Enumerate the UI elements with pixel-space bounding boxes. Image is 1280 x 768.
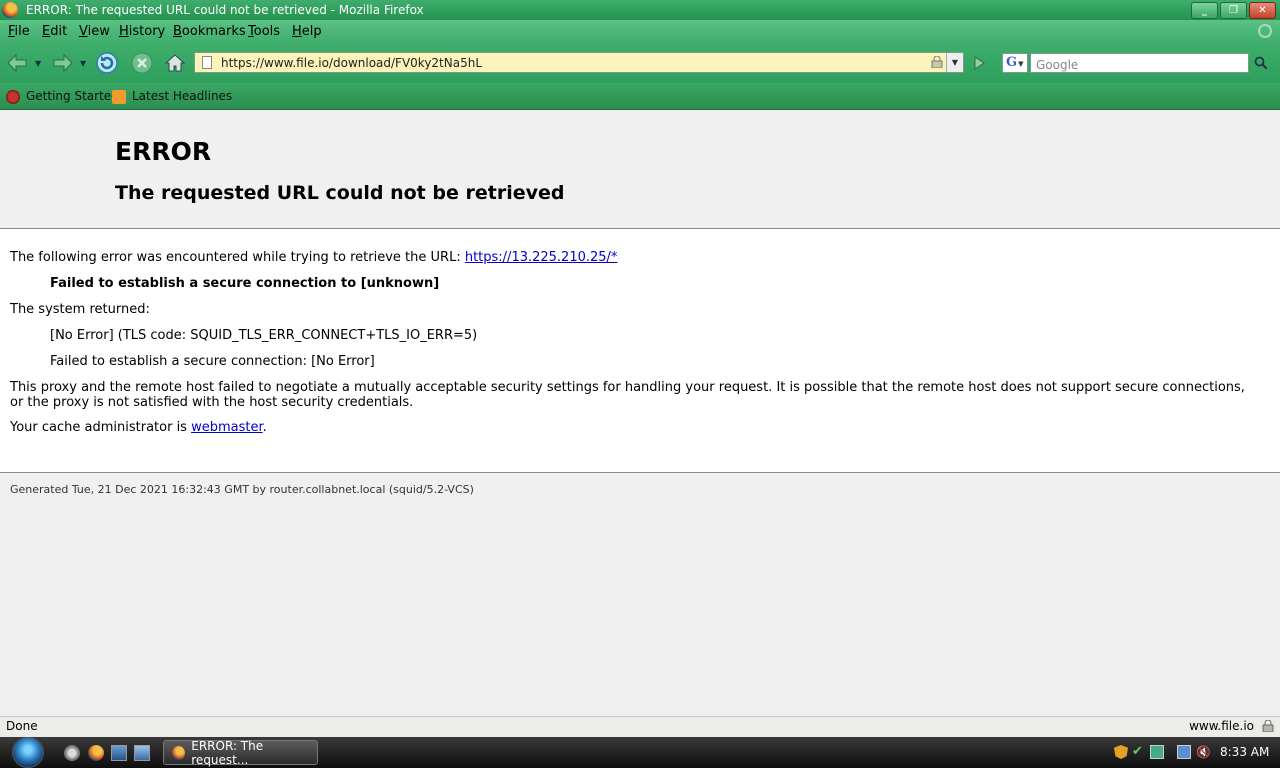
menu-bar: File Edit View History Bookmarks Tools H…	[0, 20, 1280, 43]
url-history-dropdown-icon[interactable]: ▼	[946, 53, 963, 72]
forward-arrow-icon	[53, 53, 73, 73]
google-logo-icon: G	[1006, 55, 1018, 70]
status-bar: Done www.file.io	[0, 716, 1280, 737]
site-identity-icon[interactable]	[931, 56, 943, 68]
error-footer: Generated Tue, 21 Dec 2021 16:32:43 GMT …	[0, 472, 1280, 716]
window-controls: _ ❐ ✕	[1191, 2, 1276, 19]
error-header: ERROR The requested URL could not be ret…	[0, 110, 1280, 229]
error-explanation: This proxy and the remote host failed to…	[10, 380, 1245, 410]
page-content: ERROR The requested URL could not be ret…	[0, 110, 1280, 716]
home-button[interactable]	[163, 51, 187, 75]
url-input[interactable]	[221, 54, 921, 71]
error-url-link[interactable]: https://13.225.210.25/*	[465, 250, 618, 265]
back-arrow-icon	[7, 53, 27, 73]
back-button[interactable]	[6, 51, 30, 75]
bookmark-getting-started[interactable]: Getting Started	[6, 83, 119, 110]
security-lock-icon[interactable]	[1262, 720, 1274, 732]
back-history-dropdown-icon[interactable]: ▼	[35, 59, 43, 68]
failure-detail: Failed to establish a secure connection:…	[50, 354, 375, 369]
reload-icon	[96, 52, 118, 74]
checkmark-icon[interactable]: ✔	[1132, 745, 1146, 759]
taskbar-firefox-window[interactable]: ERROR: The request...	[163, 738, 318, 767]
security-shield-icon[interactable]	[1114, 745, 1128, 759]
bookmark-label: Latest Headlines	[132, 89, 233, 103]
page-title: ERROR	[115, 137, 212, 166]
menu-view[interactable]: View	[79, 20, 110, 43]
menu-bookmarks[interactable]: Bookmarks	[173, 20, 246, 43]
network-status-icon[interactable]	[1150, 745, 1164, 759]
forward-history-dropdown-icon[interactable]: ▼	[80, 59, 88, 68]
search-engine-selector[interactable]: G▼	[1002, 53, 1028, 73]
webmaster-link[interactable]: webmaster	[191, 420, 263, 435]
stop-icon	[131, 52, 153, 74]
home-icon	[164, 54, 186, 72]
page-subtitle: The requested URL could not be retrieved	[115, 182, 565, 204]
admin-prefix: Your cache administrator is	[10, 420, 192, 435]
switch-windows-icon[interactable]	[134, 745, 150, 761]
rss-feed-icon	[112, 89, 126, 104]
menu-tools[interactable]: Tools	[248, 20, 280, 43]
system-returned-label: The system returned:	[10, 302, 150, 317]
forward-button[interactable]	[50, 51, 74, 75]
firefox-bookmark-icon	[6, 89, 20, 104]
search-engine-dropdown-icon: ▼	[1018, 59, 1024, 68]
go-button-icon[interactable]	[971, 55, 987, 71]
menu-edit[interactable]: Edit	[42, 20, 67, 43]
minimize-button[interactable]: _	[1191, 2, 1218, 19]
system-clock[interactable]: 8:33 AM	[1220, 737, 1269, 768]
reload-button[interactable]	[95, 51, 119, 75]
firefox-icon[interactable]	[2, 2, 18, 18]
stop-button[interactable]	[130, 51, 154, 75]
volume-muted-icon[interactable]: 🔇	[1196, 745, 1211, 759]
taskbar: ERROR: The request... ✔ 🔇 8:33 AM	[0, 737, 1280, 768]
menu-help[interactable]: Help	[292, 20, 322, 43]
page-icon	[202, 56, 212, 69]
bookmark-latest-headlines[interactable]: Latest Headlines	[112, 83, 232, 110]
activity-throbber-icon	[1258, 24, 1272, 38]
address-bar[interactable]: ▼	[194, 52, 964, 73]
media-player-icon[interactable]	[64, 745, 80, 761]
search-field[interactable]	[1030, 53, 1249, 74]
search-input[interactable]	[1034, 56, 1248, 74]
maximize-button[interactable]: ❐	[1220, 2, 1247, 19]
window-title: ERROR: The requested URL could not be re…	[26, 3, 424, 17]
generated-by-text: Generated Tue, 21 Dec 2021 16:32:43 GMT …	[10, 483, 474, 496]
error-intro-text: The following error was encountered whil…	[10, 250, 465, 265]
error-intro: The following error was encountered whil…	[10, 250, 617, 265]
menu-file[interactable]: File	[8, 20, 30, 43]
search-icon[interactable]	[1254, 56, 1268, 70]
admin-suffix: .	[262, 420, 267, 435]
bookmark-label: Getting Started	[26, 89, 119, 103]
firefox-launcher-icon[interactable]	[88, 745, 104, 761]
firefox-task-icon	[172, 745, 186, 760]
menu-history[interactable]: History	[119, 20, 165, 43]
show-desktop-icon[interactable]	[111, 745, 127, 761]
bookmarks-toolbar: Getting Started Latest Headlines	[0, 83, 1280, 110]
close-button[interactable]: ✕	[1249, 2, 1276, 19]
network-connection-icon[interactable]	[1177, 745, 1191, 759]
taskbar-window-label: ERROR: The request...	[191, 738, 264, 767]
cache-admin-line: Your cache administrator is webmaster.	[10, 420, 267, 435]
tls-error-code: [No Error] (TLS code: SQUID_TLS_ERR_CONN…	[50, 328, 478, 343]
window-title-bar: ERROR: The requested URL could not be re…	[0, 0, 1280, 20]
status-text: Done	[6, 719, 38, 733]
error-failure: Failed to establish a secure connection …	[50, 276, 440, 291]
windows-orb-icon	[12, 737, 44, 768]
status-host: www.file.io	[1189, 719, 1254, 733]
start-button[interactable]	[8, 737, 48, 768]
